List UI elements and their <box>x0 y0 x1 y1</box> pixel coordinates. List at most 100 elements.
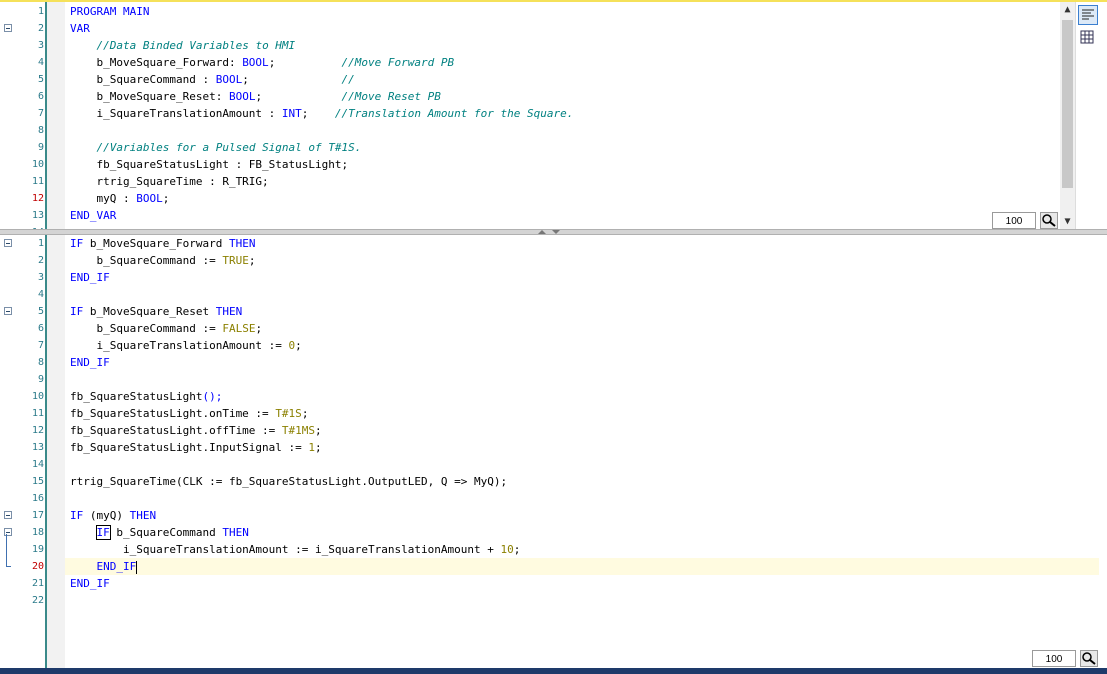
code-line[interactable]: rtrig_SquareTime(CLK := fb_SquareStatusL… <box>70 473 507 490</box>
table-view-icon[interactable] <box>1078 28 1098 48</box>
code-line[interactable]: END_IF <box>70 269 110 286</box>
code-keyword: END_IF <box>96 560 137 573</box>
code-token: ; <box>248 254 256 267</box>
code-token: T#1S <box>275 407 302 420</box>
code-token: FALSE <box>222 322 256 335</box>
code-line[interactable]: //Data Binded Variables to HMI <box>70 37 296 54</box>
code-comment: //Translation Amount for the Square. <box>334 107 574 120</box>
code-token: fb_SquareStatusLight.onTime := <box>70 407 276 420</box>
line-number: 4 <box>37 57 44 68</box>
line-number: 11 <box>31 408 44 419</box>
code-token: ; <box>513 543 521 556</box>
code-token: ; <box>295 339 302 352</box>
code-line[interactable]: IF b_MoveSquare_Forward THEN <box>70 235 255 252</box>
code-comment: // <box>341 73 355 86</box>
code-line[interactable]: END_IF <box>70 558 138 575</box>
code-line[interactable]: VAR <box>70 20 90 37</box>
declaration-editor[interactable]: PROGRAM MAIN VAR //Data Binded Variables … <box>0 0 1107 229</box>
code-line[interactable]: END_IF <box>70 354 110 371</box>
code-line[interactable]: fb_SquareStatusLight.InputSignal := 1; <box>70 439 322 456</box>
code-keyword: END_IF <box>70 271 110 284</box>
code-token: ; <box>301 107 335 120</box>
code-token: fb_SquareStatusLight <box>70 390 203 403</box>
code-token: b_SquareCommand := <box>70 254 223 267</box>
code-token: i_SquareTranslationAmount := <box>70 339 289 352</box>
code-line[interactable]: b_SquareCommand : BOOL; // <box>70 71 355 88</box>
text-caret <box>136 560 138 574</box>
line-number: 21 <box>31 578 44 589</box>
code-line[interactable]: PROGRAM MAIN <box>70 3 149 20</box>
code-line[interactable]: rtrig_SquareTime : R_TRIG; <box>70 173 269 190</box>
declaration-zoom-level[interactable]: 100 <box>992 212 1036 229</box>
code-line[interactable]: fb_SquareStatusLight.offTime := T#1MS; <box>70 422 322 439</box>
code-keyword: THEN <box>222 526 249 539</box>
code-line[interactable]: END_VAR <box>70 207 116 224</box>
code-token: b_MoveSquare_Forward <box>83 237 229 250</box>
current-line-highlight <box>65 558 1099 575</box>
code-line[interactable]: i_SquareTranslationAmount := 0; <box>70 337 302 354</box>
code-keyword: (); <box>202 390 223 403</box>
scroll-up-icon[interactable]: ▲ <box>1060 2 1075 18</box>
code-token: b_SquareCommand := <box>70 322 223 335</box>
code-keyword: THEN <box>215 305 243 318</box>
implementation-zoom-level[interactable]: 100 <box>1032 650 1076 667</box>
line-number: 6 <box>37 323 44 334</box>
code-line[interactable]: i_SquareTranslationAmount : INT; //Trans… <box>70 105 573 122</box>
line-number: 9 <box>37 374 44 385</box>
code-keyword: IF <box>95 525 111 540</box>
code-comment: //Variables for a Pulsed Signal of T#1S. <box>96 141 362 154</box>
vertical-scrollbar[interactable]: ▲ ▼ <box>1060 2 1075 229</box>
fold-toggle-icon[interactable] <box>4 24 12 32</box>
line-number: 1 <box>37 6 44 17</box>
scrollbar-thumb[interactable] <box>1062 20 1073 188</box>
code-token: b_MoveSquare_Reset: <box>70 90 229 103</box>
fold-toggle-icon[interactable] <box>4 307 12 315</box>
code-line[interactable]: IF b_SquareCommand THEN <box>70 524 249 541</box>
code-line[interactable]: b_SquareCommand := TRUE; <box>70 252 255 269</box>
line-number: 10 <box>31 391 44 402</box>
code-line[interactable]: b_MoveSquare_Forward: BOOL; //Move Forwa… <box>70 54 454 71</box>
text-view-icon[interactable] <box>1078 5 1098 25</box>
line-number: 8 <box>37 357 44 368</box>
code-token: BOOL <box>215 73 243 86</box>
code-line[interactable]: fb_SquareStatusLight(); <box>70 388 222 405</box>
code-keyword: END_IF <box>70 356 110 369</box>
code-token: ; <box>255 90 342 103</box>
line-number: 3 <box>37 272 44 283</box>
code-line[interactable]: fb_SquareStatusLight : FB_StatusLight; <box>70 156 348 173</box>
line-number: 13 <box>31 442 44 453</box>
code-token: ; <box>242 73 342 86</box>
fold-toggle-icon[interactable] <box>4 239 12 247</box>
code-line[interactable]: //Variables for a Pulsed Signal of T#1S. <box>70 139 362 156</box>
code-token: rtrig_SquareTime : R_TRIG; <box>70 175 269 188</box>
view-toolbar <box>1075 2 1107 229</box>
code-comment: //Move Forward PB <box>341 56 455 69</box>
code-token: b_SquareCommand <box>109 526 223 539</box>
implementation-editor[interactable]: IF b_MoveSquare_Forward THEN b_SquareCom… <box>0 235 1107 668</box>
zoom-magnifier-icon[interactable] <box>1040 212 1058 229</box>
code-comment: //Data Binded Variables to HMI <box>96 39 296 52</box>
code-token: 10 <box>500 543 514 556</box>
code-line[interactable]: IF b_MoveSquare_Reset THEN <box>70 303 242 320</box>
code-line[interactable]: myQ : BOOL; <box>70 190 169 207</box>
code-line[interactable]: END_IF <box>70 575 110 592</box>
code-line[interactable]: b_MoveSquare_Reset: BOOL; //Move Reset P… <box>70 88 440 105</box>
code-keyword: THEN <box>129 509 157 522</box>
code-line[interactable]: b_SquareCommand := FALSE; <box>70 320 262 337</box>
code-line[interactable]: fb_SquareStatusLight.onTime := T#1S; <box>70 405 308 422</box>
scroll-down-icon[interactable]: ▼ <box>1060 214 1075 229</box>
line-number: 2 <box>37 255 44 266</box>
line-number: 11 <box>31 176 44 187</box>
fold-toggle-icon[interactable] <box>4 511 12 519</box>
code-keyword: VAR <box>70 22 90 35</box>
code-line[interactable]: IF (myQ) THEN <box>70 507 156 524</box>
line-number: 12 <box>31 425 44 436</box>
zoom-magnifier-icon[interactable] <box>1080 650 1098 667</box>
code-line[interactable]: i_SquareTranslationAmount := i_SquareTra… <box>70 541 520 558</box>
line-number: 3 <box>37 40 44 51</box>
code-keyword: THEN <box>228 237 256 250</box>
code-keyword: IF <box>70 509 84 522</box>
line-number: 14 <box>31 459 44 470</box>
